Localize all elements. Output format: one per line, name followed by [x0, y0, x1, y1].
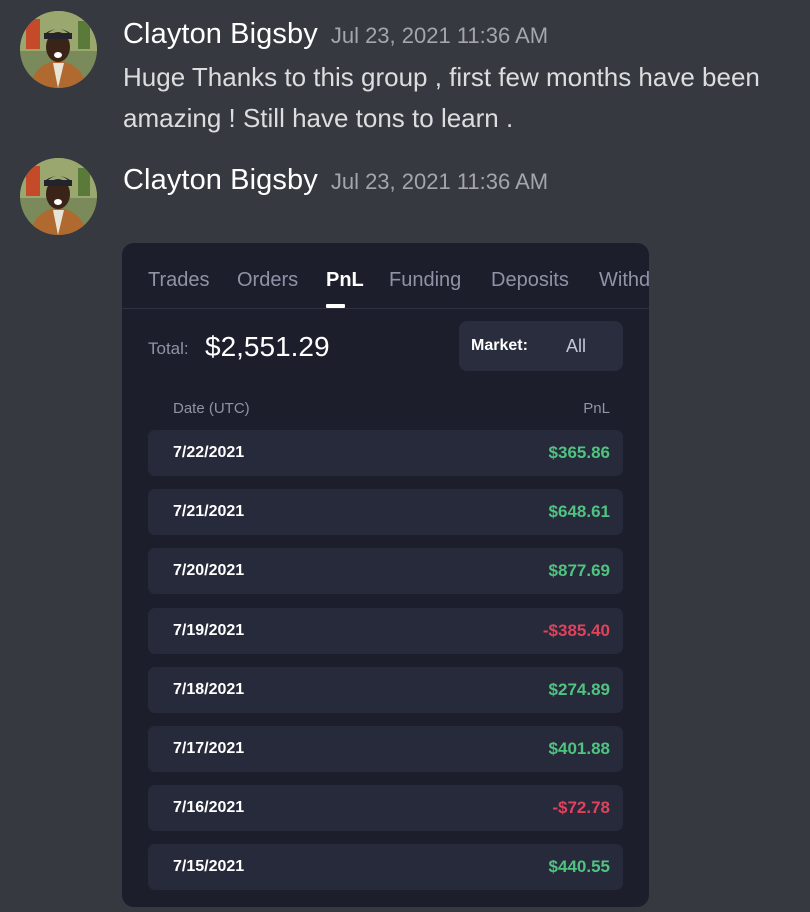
table-row: 7/16/2021 -$72.78	[148, 785, 623, 832]
table-row: 7/15/2021 $440.55	[148, 844, 623, 891]
tab-deposits[interactable]: Deposits	[491, 269, 569, 292]
row-pnl: -$385.40	[542, 620, 610, 640]
avatar[interactable]	[20, 11, 97, 88]
image-attachment[interactable]: Trades Orders PnL Funding Deposits Withd…	[122, 243, 649, 907]
timestamp: Jul 23, 2021 11:36 AM	[330, 169, 549, 194]
row-pnl: $365.86	[548, 443, 610, 462]
row-pnl: $877.69	[548, 561, 610, 581]
table-row: 7/18/2021 $274.89	[148, 666, 623, 713]
column-header-date: Date (UTC)	[173, 400, 250, 417]
total-label: Total:	[148, 339, 189, 358]
row-pnl: $274.89	[548, 679, 610, 699]
row-pnl: $440.55	[548, 857, 610, 877]
active-tab-indicator	[326, 304, 345, 308]
row-date: 7/20/2021	[173, 562, 245, 580]
row-pnl: $401.88	[548, 738, 610, 758]
row-date: 7/19/2021	[173, 621, 245, 639]
tab-pnl[interactable]: PnL	[326, 269, 364, 292]
avatar[interactable]	[20, 158, 97, 235]
message-header: Clayton Bigsby Jul 23, 2021 11:36 AM	[123, 18, 548, 51]
row-date: 7/16/2021	[173, 799, 245, 817]
market-filter[interactable]: Market: All	[459, 321, 623, 371]
table-row: 7/21/2021 $648.61	[148, 489, 623, 536]
chat-view: Clayton Bigsby Jul 23, 2021 11:36 AM Hug…	[0, 0, 810, 912]
table-row: 7/20/2021 $877.69	[148, 548, 623, 595]
row-date: 7/17/2021	[173, 739, 245, 757]
row-date: 7/21/2021	[173, 503, 245, 521]
author-name[interactable]: Clayton Bigsby	[123, 18, 318, 51]
market-value: All	[566, 336, 587, 356]
tab-orders[interactable]: Orders	[237, 269, 298, 292]
row-date: 7/22/2021	[173, 444, 245, 461]
table-row: 7/22/2021 $365.86	[148, 430, 623, 476]
row-pnl: -$72.78	[552, 798, 610, 818]
table-row: 7/19/2021 -$385.40	[148, 607, 623, 654]
message-text-line: Huge Thanks to this group , first few mo…	[123, 62, 760, 92]
row-date: 7/15/2021	[173, 858, 245, 876]
author-name[interactable]: Clayton Bigsby	[123, 164, 318, 197]
tab-bar: Trades Orders PnL Funding Deposits Withd	[122, 243, 649, 309]
user-avatar-image	[20, 11, 97, 88]
message-text-line: amazing ! Still have tons to learn .	[123, 103, 514, 133]
table-row: 7/17/2021 $401.88	[148, 725, 623, 772]
row-date: 7/18/2021	[173, 680, 245, 698]
market-label: Market:	[471, 337, 528, 354]
column-header-pnl: PnL	[583, 400, 610, 417]
message-header: Clayton Bigsby Jul 23, 2021 11:36 AM	[123, 164, 548, 197]
row-pnl: $648.61	[548, 502, 610, 522]
pnl-table: 7/22/2021 $365.86 7/21/2021 $648.61 7/20/202…	[148, 430, 623, 904]
message-content: Huge Thanks to this group , first few mo…	[123, 57, 803, 139]
timestamp: Jul 23, 2021 11:36 AM	[330, 23, 549, 48]
user-avatar-image	[20, 158, 97, 235]
tab-withdrawals[interactable]: Withd	[599, 269, 649, 292]
tab-trades[interactable]: Trades	[148, 269, 210, 292]
tab-funding[interactable]: Funding	[389, 269, 461, 292]
total-value: $2,551.29	[205, 331, 330, 362]
